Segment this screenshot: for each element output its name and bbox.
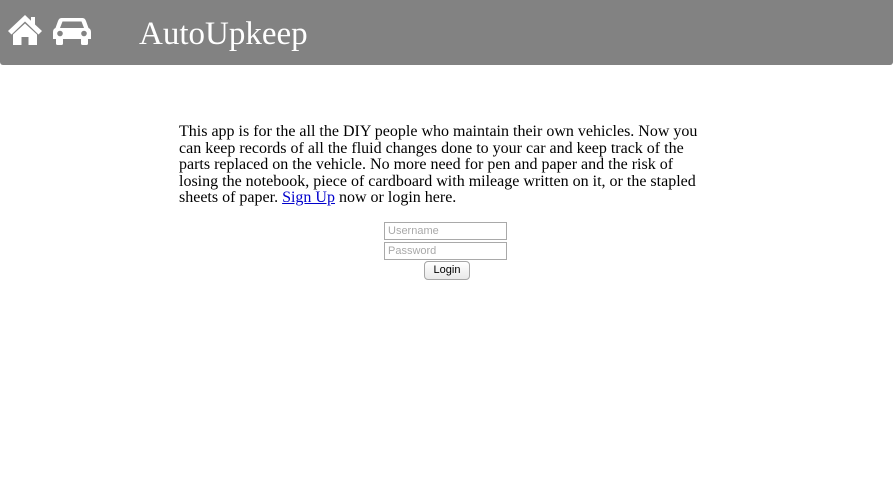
password-field[interactable] [384, 242, 507, 260]
sign-up-link[interactable]: Sign Up [282, 189, 335, 206]
app-title: AutoUpkeep [139, 16, 308, 52]
login-form: Login [384, 222, 509, 282]
top-navigation-bar: AutoUpkeep [0, 0, 893, 65]
intro-text-end: now or login here. [334, 189, 457, 206]
login-button[interactable]: Login [424, 261, 470, 280]
car-icon[interactable] [53, 14, 91, 46]
username-field[interactable] [384, 222, 507, 240]
home-icon[interactable] [7, 14, 43, 46]
intro-paragraph: This app is for the all the DIY people w… [179, 123, 709, 207]
